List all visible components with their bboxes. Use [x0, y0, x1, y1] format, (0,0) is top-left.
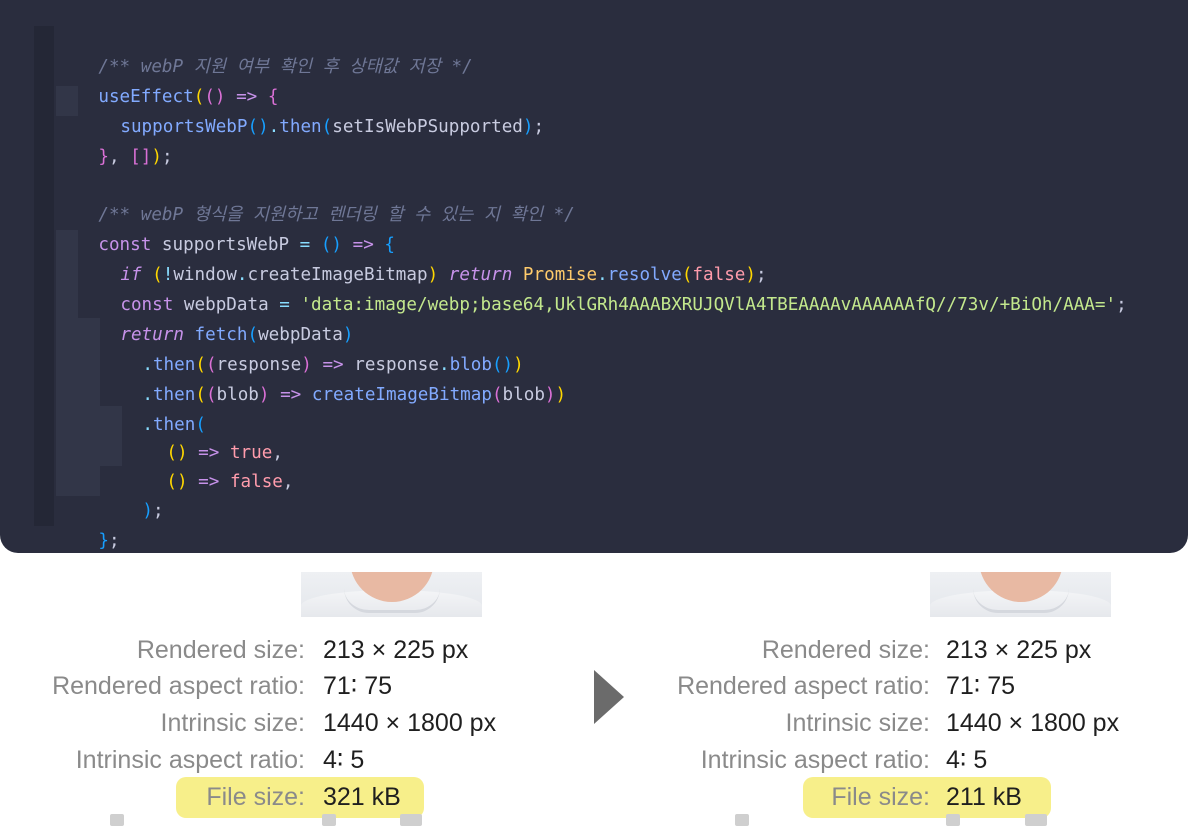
info-value-row: 71∶ 75 — [323, 668, 583, 704]
code-token: => — [187, 472, 230, 492]
code-token: ; — [533, 117, 545, 137]
info-value: 4∶ 5 — [323, 746, 365, 774]
code-line-3: supportsWebP().then(setIsWebPSupported); — [78, 82, 544, 137]
info-value: 213 × 225 px — [946, 636, 1092, 664]
code-token: then — [279, 117, 322, 137]
code-token: ) — [555, 385, 567, 405]
info-value: 1440 × 1800 px — [946, 709, 1120, 737]
info-value: 211 kB — [946, 783, 1022, 811]
info-value-row: 211 kB — [946, 779, 1176, 815]
code-line-8: if (!window.createImageBitmap) return Pr… — [78, 230, 766, 285]
info-label: Intrinsic size: — [785, 709, 930, 737]
info-value: 71∶ 75 — [323, 672, 393, 700]
info-label: Rendered aspect ratio: — [677, 672, 930, 700]
info-row-intrinsic-size: Intrinsic size: — [0, 705, 305, 741]
code-editor: /** webP 지원 여부 확인 후 상태값 저장 */ useEffect(… — [0, 0, 1188, 553]
info-value-row: 321 kB — [323, 779, 583, 815]
code-token: . — [268, 117, 280, 137]
cutoff-text-fragment — [735, 814, 749, 826]
info-value: 213 × 225 px — [323, 636, 469, 664]
cutoff-text-fragment — [110, 814, 124, 826]
info-value: 71∶ 75 — [946, 672, 1016, 700]
code-token: ; — [1116, 295, 1127, 315]
info-label: Intrinsic size: — [160, 709, 305, 737]
code-token: ( — [205, 385, 217, 405]
info-row-rendered-ratio: Rendered aspect ratio: — [0, 668, 305, 704]
code-token: false — [229, 472, 283, 492]
code-line-12: .then((blob) => createImageBitmap(blob)) — [100, 350, 566, 405]
code-line-10: return fetch(webpData) — [78, 290, 353, 345]
thumbnail-collar — [343, 588, 440, 613]
code-token: } — [98, 147, 109, 167]
info-row-intrinsic-ratio: Intrinsic aspect ratio: — [0, 742, 305, 778]
cutoff-text-fragment — [322, 814, 336, 826]
info-label: File size: — [206, 783, 305, 811]
code-token: ( — [321, 117, 333, 137]
info-row-file-size: File size: — [0, 779, 305, 815]
cutoff-text-fragment — [946, 814, 960, 826]
info-value: 321 kB — [323, 783, 401, 811]
code-string: 'data:image/webp;base64,UklGRh4AAABXRUJQ… — [300, 295, 1117, 315]
info-value-row: 71∶ 75 — [946, 668, 1176, 704]
code-token: blob — [216, 385, 259, 405]
code-token: ; — [108, 531, 120, 551]
info-row-intrinsic-ratio: Intrinsic aspect ratio: — [600, 742, 930, 778]
code-line-13: .then( — [100, 380, 206, 435]
code-line-1: /** webP 지원 여부 확인 후 상태값 저장 */ — [56, 22, 472, 77]
code-token: ) — [544, 385, 556, 405]
code-token: ) — [142, 501, 153, 521]
code-token: ) — [522, 117, 534, 137]
cutoff-text-fragment — [400, 814, 422, 826]
info-label: File size: — [831, 783, 930, 811]
info-label: Intrinsic aspect ratio: — [700, 746, 930, 774]
info-value-row: 4∶ 5 — [323, 742, 583, 778]
code-token: setIsWebPSupported — [332, 117, 523, 137]
code-token: ; — [161, 147, 173, 167]
code-line-4: }, []); — [56, 112, 172, 167]
info-value-row: 213 × 225 px — [323, 632, 583, 668]
code-line-7: const supportsWebP = () => { — [56, 200, 395, 255]
code-line-6: /** webP 형식을 지원하고 렌더링 할 수 있는 지 확인 */ — [56, 170, 574, 225]
info-label: Intrinsic aspect ratio: — [75, 746, 305, 774]
code-line-15: () => false, — [124, 437, 293, 492]
info-row-rendered-size: Rendered size: — [600, 632, 930, 668]
code-line-9: const webpData = 'data:image/webp;base64… — [78, 260, 1126, 315]
info-value: 4∶ 5 — [946, 746, 988, 774]
info-value-row: 1440 × 1800 px — [323, 705, 583, 741]
info-row-file-size: File size: — [600, 779, 930, 815]
image-thumbnail — [301, 572, 482, 617]
code-token: } — [98, 531, 109, 551]
code-token: createImageBitmap — [311, 385, 492, 405]
info-value-row: 1440 × 1800 px — [946, 705, 1176, 741]
code-token: () — [166, 472, 188, 492]
code-line-11: .then((response) => response.blob()) — [100, 320, 523, 375]
info-row-rendered-size: Rendered size: — [0, 632, 305, 668]
code-line-14: () => true, — [124, 408, 283, 463]
code-token: blob — [502, 385, 545, 405]
code-line-2: useEffect(() => { — [56, 52, 278, 107]
info-value-row: 4∶ 5 — [946, 742, 1176, 778]
code-token: ) — [258, 385, 270, 405]
info-row-rendered-ratio: Rendered aspect ratio: — [600, 668, 930, 704]
code-token: ; — [152, 501, 164, 521]
code-token: ( — [491, 385, 503, 405]
thumbnail-collar — [972, 588, 1069, 613]
info-value: 1440 × 1800 px — [323, 709, 497, 737]
info-label: Rendered size: — [136, 636, 305, 664]
code-token: () — [247, 117, 269, 137]
info-label: Rendered size: — [761, 636, 930, 664]
code-token: [] — [130, 147, 152, 167]
code-line-17: }; — [56, 496, 119, 551]
info-label: Rendered aspect ratio: — [52, 672, 305, 700]
line-gutter — [34, 26, 54, 526]
code-token: , — [108, 147, 131, 167]
cutoff-text-fragment — [1025, 814, 1047, 826]
info-row-intrinsic-size: Intrinsic size: — [600, 705, 930, 741]
image-thumbnail — [930, 572, 1111, 617]
info-value-row: 213 × 225 px — [946, 632, 1176, 668]
code-token: , — [282, 472, 294, 492]
code-line-16: ); — [100, 466, 163, 521]
code-token: ) — [151, 147, 162, 167]
code-token: => — [269, 385, 312, 405]
